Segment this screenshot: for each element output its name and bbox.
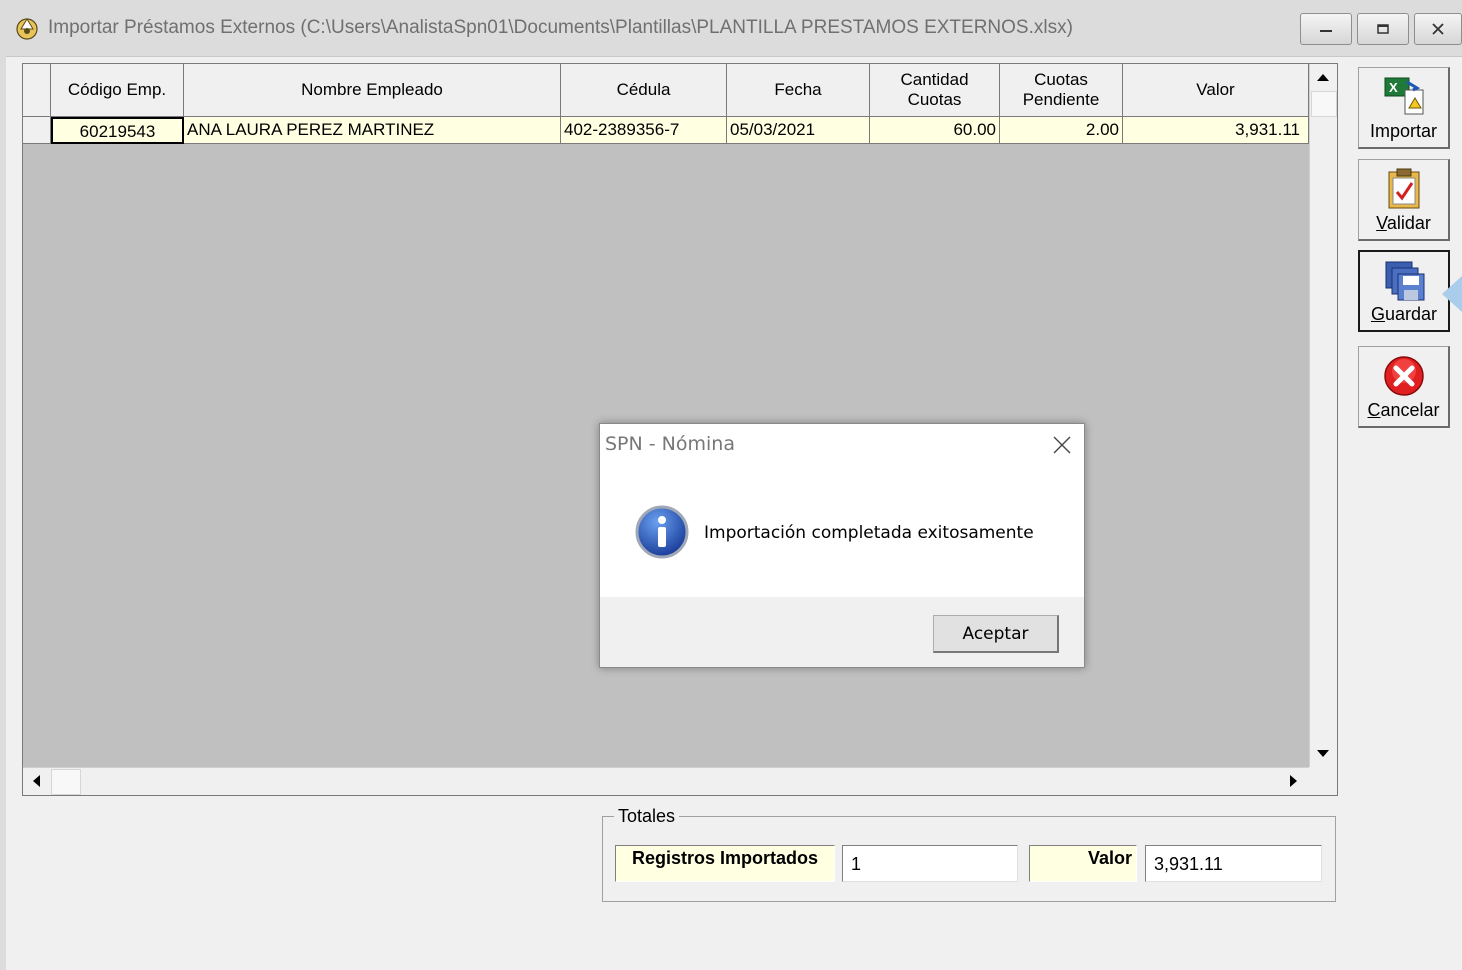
info-icon (635, 505, 689, 559)
svg-text:X: X (1389, 80, 1398, 95)
aceptar-button[interactable]: Aceptar (933, 615, 1059, 653)
row-header-corner (23, 64, 51, 117)
scroll-up-button[interactable] (1310, 64, 1336, 90)
column-header-cedula[interactable]: Cédula (561, 64, 727, 117)
tooltip-pointer-icon (1442, 276, 1462, 312)
cell-codigo[interactable]: 60219543 (51, 117, 184, 144)
cancelar-button[interactable]: Cancelar (1358, 346, 1450, 428)
arrow-right-icon (1290, 775, 1297, 787)
horizontal-scrollbar[interactable] (23, 767, 1309, 795)
importar-label: Importar (1369, 121, 1438, 141)
row-selector[interactable] (23, 117, 51, 144)
scrollbar-corner (1309, 767, 1337, 795)
vertical-scroll-thumb[interactable] (1311, 91, 1337, 117)
window-title: Importar Préstamos Externos (C:\Users\An… (48, 17, 1073, 38)
dialog-title: SPN - Nómina (605, 433, 735, 455)
cancelar-label: Cancelar (1367, 400, 1440, 420)
column-header-cuotas-pendiente[interactable]: Cuotas Pendiente (1000, 64, 1123, 117)
cell-cantidad-cuotas[interactable]: 60.00 (870, 117, 1000, 144)
close-icon (1053, 436, 1071, 454)
save-disks-icon (1385, 261, 1425, 301)
arrow-left-icon (33, 775, 40, 787)
restore-button[interactable] (1357, 13, 1409, 45)
scroll-right-button[interactable] (1281, 768, 1307, 794)
validar-label: Validar (1376, 213, 1431, 233)
clipboard-check-icon (1388, 168, 1420, 209)
message-dialog[interactable]: SPN - Nómina Importación completada exit… (599, 423, 1085, 668)
valor-label: Valor (1029, 845, 1137, 882)
vertical-scrollbar[interactable] (1309, 64, 1337, 767)
restore-icon (1377, 24, 1389, 34)
importar-button[interactable]: X Importar (1358, 67, 1450, 149)
window-frame (0, 56, 6, 970)
scroll-left-button[interactable] (23, 768, 49, 794)
cell-valor[interactable]: 3,931.11 (1123, 117, 1309, 144)
cancel-x-icon (1384, 356, 1424, 396)
close-button[interactable] (1414, 13, 1462, 45)
registros-importados-label: Registros Importados (615, 845, 835, 882)
scroll-down-button[interactable] (1310, 741, 1336, 767)
guardar-button[interactable]: Guardar (1358, 250, 1450, 332)
minimize-button[interactable] (1300, 13, 1352, 45)
cell-cedula[interactable]: 402-2389356-7 (561, 117, 727, 144)
column-header-cantidad-cuotas[interactable]: Cantidad Cuotas (870, 64, 1000, 117)
dialog-message: Importación completada exitosamente (704, 523, 1034, 543)
cell-fecha[interactable]: 05/03/2021 (727, 117, 870, 144)
window-titlebar[interactable]: Importar Préstamos Externos (C:\Users\An… (0, 0, 1462, 57)
app-logo-icon (16, 18, 38, 40)
close-icon (1432, 23, 1444, 35)
minimize-icon (1320, 30, 1332, 32)
arrow-down-icon (1317, 750, 1329, 757)
dialog-footer: Aceptar (600, 597, 1084, 667)
validar-button[interactable]: Validar (1358, 159, 1450, 241)
cell-nombre[interactable]: ANA LAURA PEREZ MARTINEZ (184, 117, 561, 144)
dialog-close-button[interactable] (1045, 428, 1079, 462)
registros-importados-field[interactable]: 1 (842, 845, 1018, 882)
column-header-nombre[interactable]: Nombre Empleado (184, 64, 561, 117)
arrow-up-icon (1317, 74, 1329, 81)
column-header-valor[interactable]: Valor (1123, 64, 1309, 117)
totales-legend: Totales (614, 806, 680, 827)
valor-total-field[interactable]: 3,931.11 (1145, 845, 1322, 882)
column-header-fecha[interactable]: Fecha (727, 64, 870, 117)
guardar-label: Guardar (1370, 304, 1438, 324)
horizontal-scroll-thumb[interactable] (51, 769, 81, 795)
cell-cuotas-pendiente[interactable]: 2.00 (1000, 117, 1123, 144)
column-header-codigo[interactable]: Código Emp. (51, 64, 184, 117)
excel-import-icon: X (1384, 77, 1424, 115)
